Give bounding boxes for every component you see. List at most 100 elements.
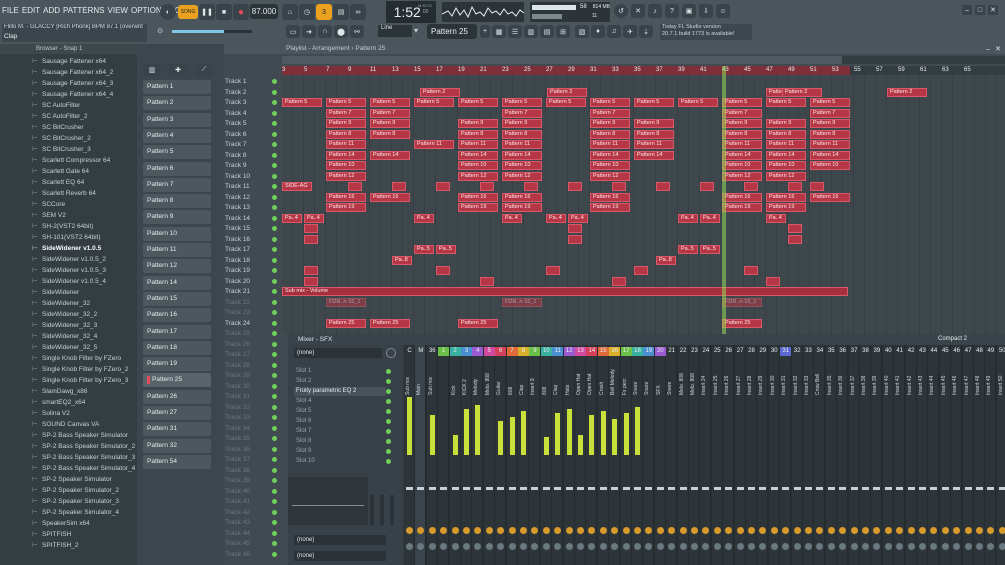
track-header[interactable]: Track 25: [224, 329, 279, 339]
slot-enable-led[interactable]: [386, 419, 391, 424]
browser-item[interactable]: ⊢ SideWidener_32_2: [0, 309, 137, 320]
browser-item[interactable]: ⊢ SC AutoFilter: [0, 100, 137, 111]
pattern-selector[interactable]: Pattern 25: [427, 24, 477, 39]
track-mute-led[interactable]: [272, 541, 277, 546]
mixer-strip[interactable]: 22 Melo. 808: [677, 345, 689, 565]
track-header[interactable]: Track 39: [224, 476, 279, 486]
browser-item[interactable]: ⊢ Sausage Fattener x64_4: [0, 89, 137, 100]
track-mute-led[interactable]: [272, 394, 277, 399]
pan-knob[interactable]: [850, 527, 858, 534]
track-header[interactable]: Track 12: [224, 193, 279, 203]
note-clip[interactable]: [788, 234, 802, 244]
track-header[interactable]: Track 8: [224, 151, 279, 161]
volume-fader[interactable]: [816, 487, 824, 490]
track-mute-led[interactable]: [272, 131, 277, 137]
pattern-clip[interactable]: Pattern 9: [766, 119, 806, 128]
track-header[interactable]: Track 34: [224, 424, 279, 434]
mixer-strip[interactable]: 1: [438, 345, 450, 565]
track-header[interactable]: Track 14: [224, 214, 279, 224]
menu-edit[interactable]: EDIT: [22, 6, 40, 15]
send-knob[interactable]: [782, 543, 790, 550]
track-mute-led[interactable]: [272, 257, 277, 263]
pattern-clip[interactable]: Pattern 14: [590, 150, 630, 160]
track-header[interactable]: Track 31: [224, 392, 279, 402]
pattern-clip[interactable]: Pattern 5: [370, 98, 410, 107]
menu-file[interactable]: FILE: [2, 6, 19, 15]
pattern-clip[interactable]: Pa..5: [436, 245, 456, 254]
volume-fader[interactable]: [907, 487, 915, 490]
mixer-strip[interactable]: 15 Crash: [597, 345, 609, 565]
pattern-clip[interactable]: Pattern 11: [766, 140, 806, 149]
help-icon[interactable]: ?: [665, 4, 679, 18]
browser-item[interactable]: ⊢ SP-2 Speaker Simulator_3: [0, 496, 137, 507]
track-header[interactable]: Track 41: [224, 497, 279, 507]
pattern-clip[interactable]: Pattern 2: [420, 87, 460, 97]
eq-fader-3[interactable]: [390, 495, 394, 525]
pattern-clip[interactable]: Sub mix - Volume: [282, 287, 848, 296]
pattern-clip[interactable]: Pattern 7: [590, 108, 630, 118]
pan-knob[interactable]: [793, 527, 801, 534]
pattern-clip[interactable]: Pa..4: [766, 213, 786, 223]
browser-item[interactable]: ⊢ SideWidener v1.0.5: [0, 243, 137, 254]
mixer-strip[interactable]: 25 Insert 25: [711, 345, 723, 565]
pattern-clip[interactable]: Pattern 8: [458, 129, 498, 139]
play-button[interactable]: ❚❚: [199, 4, 215, 20]
slot-enable-led[interactable]: [386, 409, 391, 414]
pattern-item[interactable]: Pattern 26: [143, 389, 211, 404]
volume-fader[interactable]: [577, 487, 584, 490]
effect-slot[interactable]: Slot 5: [294, 407, 386, 416]
slot-enable-led[interactable]: [386, 459, 391, 464]
browser-item[interactable]: ⊢ SpeakerSim x64: [0, 518, 137, 529]
menu-patterns[interactable]: PATTERNS: [63, 6, 104, 15]
output-select[interactable]: (none): [294, 535, 386, 545]
track-header[interactable]: Track 7: [224, 140, 279, 150]
track-header[interactable]: Track 27: [224, 350, 279, 360]
pattern-clip[interactable]: Pattern 12: [502, 171, 542, 181]
pattern-clip[interactable]: Pattern 9: [370, 119, 410, 128]
pattern-clip[interactable]: Pattern 16: [590, 192, 630, 202]
browser-item[interactable]: ⊢ SideWidener_32: [0, 298, 137, 309]
mixer-strip[interactable]: 14 Open Hat: [586, 345, 598, 565]
volume-fader[interactable]: [668, 487, 676, 490]
pattern-song-toggle-icon[interactable]: ◐: [160, 4, 176, 20]
pattern-item[interactable]: Pattern 27: [143, 406, 211, 420]
slot-enable-led[interactable]: [386, 369, 391, 374]
volume-fader[interactable]: [497, 487, 505, 490]
pan-knob[interactable]: [599, 527, 607, 534]
browser-item[interactable]: ⊢ Scarlett EQ 64: [0, 177, 137, 188]
track-header[interactable]: Track 15: [224, 224, 279, 234]
browser-item[interactable]: ⊢ SC BitCrusher: [0, 122, 137, 133]
pattern-item[interactable]: Pattern 10: [143, 226, 211, 241]
pan-knob[interactable]: [736, 527, 744, 534]
mixer-strip[interactable]: 18 Snare: [632, 345, 643, 565]
playhead[interactable]: [722, 66, 726, 336]
mixer-strip[interactable]: 21 Snare: [666, 345, 678, 565]
track-mute-led[interactable]: [272, 110, 277, 116]
pattern-clip[interactable]: Pattern 9: [722, 119, 762, 128]
pattern-clip[interactable]: Pa..4: [678, 213, 698, 223]
pattern-item[interactable]: Pattern 11: [143, 243, 211, 257]
pan-knob[interactable]: [668, 527, 676, 534]
pattern-item[interactable]: Pattern 1: [143, 80, 211, 94]
browser-item[interactable]: ⊢ SP-2 Speaker Simulator_4: [0, 507, 137, 518]
volume-fader[interactable]: [896, 487, 904, 490]
mixer-strip[interactable]: 20 SFX: [654, 345, 666, 565]
volume-fader[interactable]: [862, 487, 869, 490]
stop-button[interactable]: ■: [216, 4, 232, 20]
arrow-icon[interactable]: ➜: [302, 25, 316, 38]
pattern-clip[interactable]: Pattern 9: [634, 119, 674, 128]
mixer-strip[interactable]: 26 Insert 26: [723, 345, 735, 565]
mixer-strip[interactable]: 40 Insert 40: [882, 345, 894, 565]
pattern-clip[interactable]: Pattern 10: [502, 161, 542, 170]
track-mute-led[interactable]: [272, 173, 277, 179]
slot-enable-led[interactable]: [386, 429, 391, 434]
pattern-clip[interactable]: Pattern 2: [547, 87, 587, 97]
pattern-item[interactable]: Pattern 54: [143, 454, 211, 469]
mixer-layout-select[interactable]: Compact 2: [938, 334, 1004, 345]
pattern-clip[interactable]: Pattern 5: [678, 98, 718, 107]
track-mute-led[interactable]: [272, 446, 277, 452]
playlist-icon[interactable]: ▭: [286, 25, 300, 38]
send-knob[interactable]: [656, 543, 664, 550]
panic-icon[interactable]: ✕: [631, 4, 645, 18]
record-button[interactable]: ●: [233, 4, 249, 20]
